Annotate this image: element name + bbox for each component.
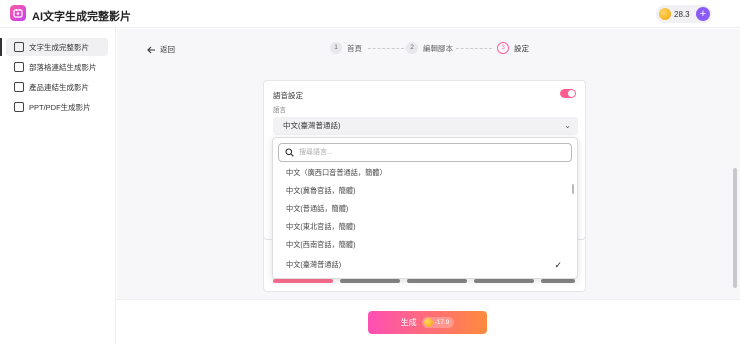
language-option[interactable]: 中文(西南官話，簡體) — [278, 236, 568, 254]
arrow-left-icon — [147, 46, 155, 53]
generate-cost-value: -17.9 — [434, 319, 450, 326]
coin-icon — [659, 8, 671, 20]
style-option[interactable] — [407, 279, 467, 283]
sidebar-item-product-video[interactable]: 產品連結生成影片 — [6, 78, 108, 96]
generate-label: 生成 — [400, 318, 417, 327]
generate-cost-badge: -17.9 — [421, 317, 455, 328]
search-icon — [285, 148, 294, 157]
checkmark-icon: ✓ — [554, 260, 562, 270]
step-divider — [456, 48, 492, 49]
step-number: 2 — [406, 42, 418, 54]
voice-toggle[interactable] — [560, 89, 576, 98]
blog-link-icon — [14, 62, 24, 72]
style-option[interactable] — [541, 279, 575, 283]
language-select[interactable]: 中文(臺灣普通話) ⌄ — [273, 117, 578, 135]
generate-button[interactable]: 生成 -17.9 — [368, 311, 487, 334]
step-home: 1 首頁 — [330, 42, 362, 54]
language-option-label: 中文(冀魯官話，簡體) — [286, 186, 356, 195]
step-settings: 3 設定 — [497, 42, 529, 54]
sidebar-item-label: PPT/PDF生成影片 — [29, 102, 91, 112]
sidebar-item-ppt-video[interactable]: PPT/PDF生成影片 — [6, 98, 108, 116]
language-option-label: 中文(普通話，簡體) — [286, 204, 349, 213]
sidebar-item-text-video[interactable]: 文字生成完整影片 — [0, 38, 108, 56]
sidebar-item-label: 產品連結生成影片 — [29, 82, 89, 92]
language-option[interactable]: 中文(普通話，簡體) — [278, 200, 568, 218]
add-credits-button[interactable]: + — [696, 7, 710, 21]
language-select-value: 中文(臺灣普通話) — [283, 121, 341, 130]
voice-settings-title: 語音設定 — [273, 91, 303, 100]
language-option[interactable]: 中文(冀魯官話，簡體) — [278, 182, 568, 200]
step-label: 設定 — [514, 43, 529, 53]
text-video-icon — [14, 42, 24, 52]
language-search-input[interactable] — [299, 146, 564, 159]
step-number: 1 — [330, 42, 342, 54]
app-title: AI文字生成完整影片 — [32, 11, 131, 23]
language-option[interactable]: 中文（廣西口音普通話，簡體） — [278, 164, 568, 182]
style-option[interactable] — [340, 279, 400, 283]
language-option-label: 中文(東北官話，簡體) — [286, 222, 356, 231]
style-option[interactable] — [273, 279, 333, 283]
language-search[interactable] — [278, 143, 572, 162]
sidebar-item-label: 文字生成完整影片 — [29, 42, 89, 52]
language-option-selected[interactable]: 中文(臺灣普通話) ✓ — [278, 256, 568, 274]
back-button[interactable]: 返回 — [147, 44, 175, 55]
language-option-label: 中文(西南官話，簡體) — [286, 240, 356, 249]
coin-icon — [423, 318, 433, 327]
step-label: 編輯腳本 — [423, 43, 453, 53]
bottom-bar: 生成 -17.9 — [117, 299, 740, 344]
back-label: 返回 — [160, 45, 175, 54]
sidebar: 文字生成完整影片 部落格連結生成影片 產品連結生成影片 PPT/PDF生成影片 — [0, 28, 116, 344]
step-edit-script: 2 編輯腳本 — [406, 42, 453, 54]
step-divider — [368, 48, 404, 49]
top-bar: AI文字生成完整影片 28.3 + — [0, 0, 740, 28]
language-dropdown: 中文（廣西口音普通話，簡體） 中文(冀魯官話，簡體) 中文(普通話，簡體) 中文… — [272, 137, 578, 279]
language-option-label: 中文(臺灣普通話) — [286, 260, 342, 269]
language-option[interactable]: 中文(東北官話，簡體) — [278, 218, 568, 236]
dropdown-scrollbar[interactable] — [572, 184, 574, 194]
product-link-icon — [14, 82, 24, 92]
style-option[interactable] — [474, 279, 534, 283]
app-logo-icon — [10, 5, 26, 21]
credits-value: 28.3 — [674, 9, 690, 19]
chevron-down-icon: ⌄ — [564, 121, 571, 130]
language-label: 語言 — [273, 107, 286, 114]
language-option-label: 中文（廣西口音普通話，簡體） — [286, 168, 387, 177]
credits-badge[interactable]: 28.3 + — [656, 5, 712, 23]
step-number: 3 — [497, 42, 509, 54]
document-icon — [14, 102, 24, 112]
step-label: 首頁 — [347, 43, 362, 53]
page-scrollbar[interactable] — [733, 168, 737, 288]
sidebar-item-blog-video[interactable]: 部落格連結生成影片 — [6, 58, 108, 76]
sidebar-item-label: 部落格連結生成影片 — [29, 62, 97, 72]
